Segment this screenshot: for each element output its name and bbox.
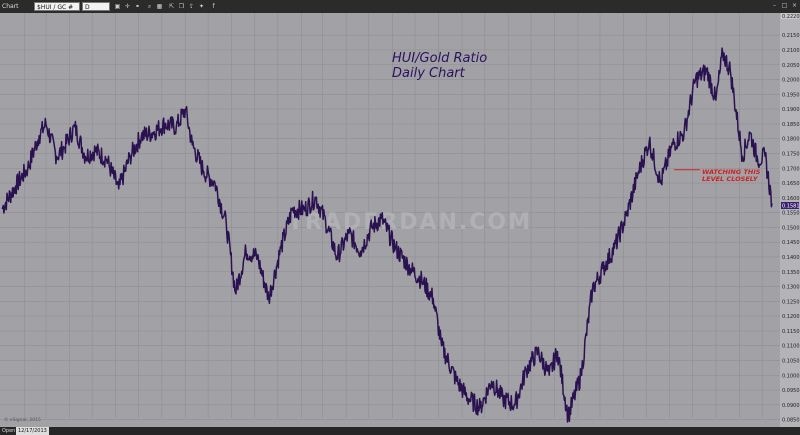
grid-icon[interactable]: ▦ (156, 3, 163, 10)
y-tick-label: 0.1000 (782, 373, 800, 379)
y-tick-label: 0.2100 (782, 48, 800, 54)
annotation-line2: LEVEL CLOSELY (702, 175, 759, 183)
y-tick-label: 0.1300 (782, 285, 800, 291)
toolbar: Chart $HUI / GC # D ▣ ✛ ⚭ ⌕ ▦ ⇱ ❐ ⇪ ✦ f … (0, 0, 800, 14)
maximize-icon[interactable]: □ (780, 1, 789, 10)
y-tick-label: 0.1550 (782, 211, 800, 217)
y-tick-label: 0.1200 (782, 314, 800, 320)
magnifier-icon[interactable]: ⌕ (146, 3, 153, 10)
app-label: Chart (2, 3, 19, 10)
y-tick-label: 0.1100 (782, 344, 800, 350)
lock-icon[interactable]: ▣ (114, 3, 121, 10)
close-icon[interactable]: × (790, 1, 799, 10)
facebook-icon[interactable]: f (210, 3, 217, 10)
y-tick-label: 0.2050 (782, 63, 800, 69)
y-tick-label: 0.1450 (782, 240, 800, 246)
y-tick-label: 0.2150 (782, 33, 800, 39)
interval-select[interactable]: D (82, 2, 110, 11)
symbol-input[interactable]: $HUI / GC # (34, 2, 80, 11)
y-tick-label: 0.1150 (782, 329, 800, 335)
share-icon[interactable]: ⇱ (168, 3, 175, 10)
y-tick-label: 0.1900 (782, 107, 800, 113)
link-icon[interactable]: ⚭ (134, 3, 141, 10)
minimize-icon[interactable]: – (770, 1, 779, 10)
chart-area[interactable]: 0.2150 0.2100 0.2050 0.2000 0.1950 0.1900 0.18… (0, 13, 800, 435)
y-tick-label: 0.1800 (782, 137, 800, 143)
y-tick-label: 0.1050 (782, 358, 800, 364)
y-tick-label: 0.1600 (782, 196, 800, 202)
y-tick-label: 0.0850 (782, 418, 800, 424)
price-axis-panel (780, 13, 800, 427)
open-label: Open (2, 428, 16, 434)
export-icon[interactable]: ⇪ (188, 3, 195, 10)
crosshair-icon[interactable]: ✛ (124, 3, 131, 10)
chart-title: HUI/Gold Ratio (392, 51, 487, 66)
hui-gold-ratio-chart: 0.2150 0.2100 0.2050 0.2000 0.1950 0.1900 0.18… (0, 13, 800, 433)
status-bar: Open 12/17/2013 (0, 427, 800, 435)
copy-icon[interactable]: ❐ (178, 3, 185, 10)
y-tick-label: 0.1500 (782, 225, 800, 231)
top-value-label: 0.2220 (782, 14, 800, 20)
y-tick-label: 0.1400 (782, 255, 800, 261)
y-tick-label: 0.1650 (782, 181, 800, 187)
y-tick-label: 0.1750 (782, 151, 800, 157)
chart-subtitle: Daily Chart (392, 66, 466, 81)
y-tick-label: 0.0900 (782, 403, 800, 409)
y-tick-label: 0.1850 (782, 122, 800, 128)
y-tick-label: 0.2000 (782, 78, 800, 84)
copyright-label: © eSignal, 2015 (4, 416, 41, 423)
y-tick-label: 0.1700 (782, 166, 800, 172)
y-tick-label: 0.1350 (782, 270, 800, 276)
y-tick-label: 0.1250 (782, 299, 800, 305)
y-tick-label: 0.0950 (782, 388, 800, 394)
last-value-label: 0.1581 (782, 204, 800, 210)
date-label: 12/17/2013 (16, 427, 49, 435)
twitter-icon[interactable]: ✦ (198, 3, 205, 10)
y-tick-label: 0.1950 (782, 92, 800, 98)
